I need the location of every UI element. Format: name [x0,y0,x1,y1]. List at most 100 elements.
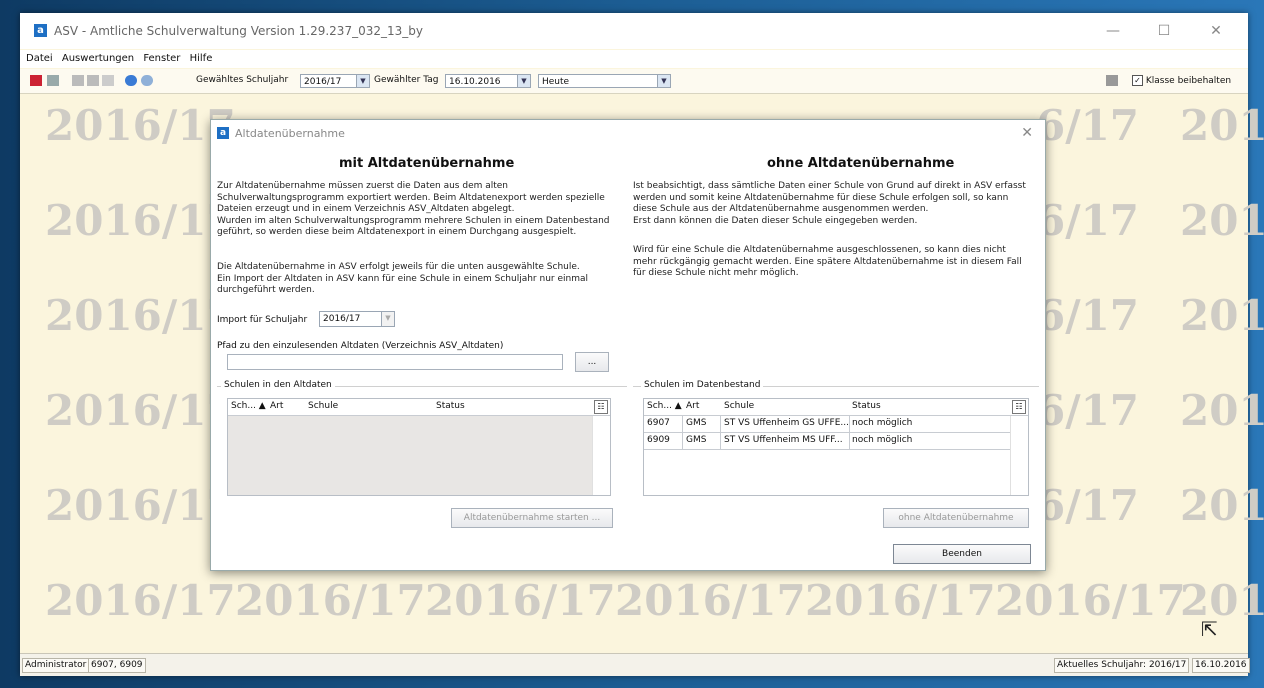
toolbar: Gewähltes Schuljahr 2016/17 ▼ Gewählter … [20,69,1248,94]
text-line: Erst dann können die Daten dieser Schule… [633,215,918,226]
maximize-button[interactable]: ☐ [1146,21,1182,41]
path-label: Pfad zu den einzulesenden Altdaten (Verz… [217,341,504,351]
cell-divider [720,433,721,449]
document-icon[interactable] [47,75,59,86]
copy-icon[interactable] [72,75,84,86]
table-row[interactable]: 6907 GMS ST VS Uffenheim GS UFFE... noch… [644,416,1010,433]
dialog-title: Altdatenübernahme [235,127,345,140]
dialog-close-icon[interactable]: ✕ [1021,125,1033,141]
left-heading: mit Altdatenübernahme [339,156,515,171]
cell-status: noch möglich [852,435,913,445]
ohne-altdaten-button[interactable]: ohne Altdatenübernahme [883,508,1029,528]
tools-icon[interactable] [102,75,114,86]
table-body: 6907 GMS ST VS Uffenheim GS UFFE... noch… [644,416,1010,495]
watermark: 201 [1180,101,1264,150]
menu-bar: Datei Auswertungen Fenster Hilfe [20,50,1248,68]
altdaten-start-button[interactable]: Altdatenübernahme starten ... [451,508,613,528]
watermark: 2016/17 [45,101,236,150]
col-header[interactable]: Sch... ▲ [231,401,266,411]
import-value: 2016/17 [323,314,361,324]
status-schuljahr: Aktuelles Schuljahr: 2016/17 [1054,658,1190,673]
col-header[interactable]: Art [270,401,283,411]
table-body [228,416,592,495]
text-line: Wird für eine Schule die Altdatenübernah… [633,245,1006,255]
tag-value: 16.10.2016 [449,77,501,87]
column-chooser-icon[interactable]: ☷ [594,400,608,414]
menu-datei[interactable]: Datei [26,50,53,68]
text-line: diese Schule aus der Altdatenübernahme a… [633,204,929,215]
cell-status: noch möglich [852,418,913,428]
window-titlebar: a ASV - Amtliche Schulverwaltung Version… [20,13,1248,49]
table-row[interactable]: 6909 GMS ST VS Uffenheim MS UFF... noch … [644,433,1010,450]
text-line: Die Altdatenübernahme in ASV erfolgt jew… [217,262,580,272]
cell-schulnummer: 6907 [647,418,670,428]
watermark: 2016/17 [45,576,236,625]
heute-value: Heute [542,77,570,87]
close-button[interactable]: ✕ [1198,21,1234,41]
app-logo-icon: a [217,127,229,139]
import-label: Import für Schuljahr [217,315,308,325]
info-icon[interactable] [125,75,137,86]
beenden-button[interactable]: Beenden [893,544,1031,564]
chevron-down-icon[interactable]: ▼ [517,75,530,87]
menu-hilfe[interactable]: Hilfe [190,50,213,68]
schuljahr-value: 2016/17 [304,77,342,87]
text-line: mehr rückgängig gemacht werden. Eine spä… [633,256,1022,267]
table-icon[interactable] [87,75,99,86]
col-header[interactable]: Art [686,401,699,411]
klasse-label: Klasse beibehalten [1145,76,1232,86]
col-header[interactable]: Status [436,401,465,411]
text-line: Ist beabsichtigt, dass sämtliche Daten e… [633,181,1026,191]
vertical-scrollbar[interactable] [592,416,610,495]
watermark: 6/17 [1036,386,1140,435]
klasse-beibehalten-toggle[interactable]: ✓ Klasse beibehalten [1132,75,1231,86]
watermark: 2016/17 [45,386,236,435]
right-paragraph-2: Wird für eine Schule die Altdatenübernah… [633,245,1039,280]
altdaten-table: Sch... ▲ Art Schule Status ☷ [227,398,611,496]
chevron-down-icon[interactable]: ▼ [657,75,670,87]
vertical-scrollbar[interactable] [1010,416,1028,495]
watermark: 201 [1180,196,1264,245]
window-title: ASV - Amtliche Schulverwaltung Version 1… [54,24,423,38]
datenbestand-table: Sch... ▲ Art Schule Status ☷ 6907 GMS ST… [643,398,1029,496]
watermark: 2016/17 [615,576,806,625]
watermark: 6/17 [1036,101,1140,150]
help-icon[interactable] [141,75,153,86]
watermark: 6/17 [1036,291,1140,340]
klasse-checkbox[interactable]: ✓ [1132,75,1143,86]
watermark: 201 [1180,576,1264,625]
import-schuljahr-select[interactable]: 2016/17 ▼ [319,311,395,327]
chevron-down-icon[interactable]: ▼ [356,75,369,87]
watermark: 2016/17 [805,576,996,625]
watermark: 2016/17 [45,196,236,245]
text-line: Wurden im alten Schulverwaltungsprogramm… [217,215,610,226]
flag-icon[interactable] [30,75,42,86]
cell-schule: ST VS Uffenheim MS UFF... [724,435,843,445]
watermark: 6/17 [1036,481,1140,530]
table-header: Sch... ▲ Art Schule Status ☷ [228,399,610,416]
watermark: 2016/17 [45,481,236,530]
col-header[interactable]: Sch... ▲ [647,401,682,411]
col-header[interactable]: Status [852,401,881,411]
watermark: 201 [1180,481,1264,530]
status-user: Administrator [22,658,90,673]
col-header[interactable]: Schule [724,401,754,411]
left-paragraph-1: Zur Altdatenübernahme müssen zuerst die … [217,181,627,239]
cell-divider [720,416,721,432]
text-line: für diese Schule nicht mehr möglich. [633,268,799,279]
browse-button[interactable]: ... [575,352,609,372]
col-header[interactable]: Schule [308,401,338,411]
menu-auswertungen[interactable]: Auswertungen [62,50,134,68]
lock-icon[interactable] [1106,75,1118,86]
heute-select[interactable]: Heute ▼ [538,74,671,88]
menu-fenster[interactable]: Fenster [143,50,180,68]
altdaten-dialog: a Altdatenübernahme ✕ mit Altdatenüberna… [210,119,1046,571]
path-input[interactable] [227,354,563,370]
minimize-button[interactable]: — [1095,21,1131,41]
watermark: 2016/17 [235,576,426,625]
schuljahr-select[interactable]: 2016/17 ▼ [300,74,370,88]
tag-input[interactable]: 16.10.2016 ▼ [445,74,531,88]
chevron-down-icon[interactable]: ▼ [381,312,394,326]
text-line: geführt, so werden diese beim Altdatenex… [217,227,577,238]
column-chooser-icon[interactable]: ☷ [1012,400,1026,414]
